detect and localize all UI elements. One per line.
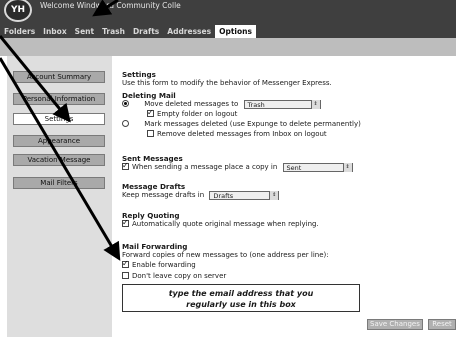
- sidebar-item-personal-information[interactable]: Personal Information: [13, 93, 105, 105]
- header-bar: YH Welcome Windward Community Colle Fold…: [0, 0, 456, 38]
- remove-deleted-checkbox[interactable]: [147, 130, 154, 137]
- reply-quoting-heading: Reply Quoting: [122, 211, 180, 220]
- leave-copy-label: Don't leave copy on server: [132, 272, 227, 280]
- tab-drafts[interactable]: Drafts: [129, 25, 163, 38]
- sidebar-item-mail-filters[interactable]: Mail Filters: [13, 177, 105, 189]
- move-deleted-radio[interactable]: [122, 100, 129, 107]
- drafts-folder-select[interactable]: Drafts ⇕: [209, 191, 280, 200]
- empty-folder-row: Empty folder on logout: [147, 108, 238, 119]
- enable-forwarding-label: Enable forwarding: [132, 261, 196, 269]
- leave-copy-row: Don't leave copy on server: [122, 272, 226, 281]
- tab-sent[interactable]: Sent: [71, 25, 98, 38]
- forwarding-address-input[interactable]: type the email address that you regularl…: [122, 284, 360, 312]
- sent-messages-heading: Sent Messages: [122, 154, 183, 163]
- quote-checkbox[interactable]: [122, 218, 129, 228]
- options-sidebar: Account Summary Personal Information Set…: [7, 56, 112, 337]
- sidebar-item-vacation-message[interactable]: Vacation Message: [13, 154, 105, 166]
- trash-folder-value: Trash: [247, 101, 265, 109]
- mark-deleted-radio[interactable]: [122, 120, 129, 127]
- dropdown-arrow-icon: ⇕: [310, 100, 320, 109]
- empty-folder-label: Empty folder on logout: [157, 110, 238, 118]
- sidebar-item-settings[interactable]: Settings: [13, 113, 105, 125]
- mark-deleted-row: Mark messages deleted (use Expunge to de…: [122, 120, 361, 129]
- remove-deleted-label: Remove deleted messages from Inbox on lo…: [157, 130, 327, 138]
- tab-addresses[interactable]: Addresses: [163, 25, 215, 38]
- tab-inbox[interactable]: Inbox: [39, 25, 71, 38]
- leave-copy-checkbox[interactable]: [122, 272, 129, 279]
- message-drafts-heading: Message Drafts: [122, 182, 186, 191]
- page-title: Settings: [122, 70, 156, 79]
- dropdown-arrow-icon: ⇕: [269, 191, 279, 200]
- sent-copy-row: When sending a message place a copy in S…: [122, 161, 353, 172]
- save-changes-button[interactable]: Save Changes: [367, 319, 423, 330]
- quote-label: Automatically quote original message whe…: [132, 220, 319, 228]
- toolbar-band: [0, 38, 456, 56]
- tab-folders[interactable]: Folders: [0, 25, 39, 38]
- settings-intro: Use this form to modify the behavior of …: [122, 79, 332, 87]
- sidebar-item-account-summary[interactable]: Account Summary: [13, 71, 105, 83]
- drafts-folder-value: Drafts: [213, 192, 234, 200]
- enable-forwarding-row: Enable forwarding: [122, 259, 196, 270]
- empty-folder-checkbox[interactable]: [147, 108, 154, 118]
- reset-button[interactable]: Reset: [428, 319, 456, 330]
- forwarding-description: Forward copies of new messages to (one a…: [122, 251, 329, 259]
- welcome-text: Welcome Windward Community Colle: [40, 1, 181, 10]
- drafts-label: Keep message drafts in: [122, 191, 205, 199]
- sent-copy-label: When sending a message place a copy in: [132, 163, 278, 171]
- remove-deleted-row: Remove deleted messages from Inbox on lo…: [147, 130, 327, 139]
- sent-folder-select[interactable]: Sent ⇕: [282, 163, 353, 172]
- dropdown-arrow-icon: ⇕: [342, 163, 352, 172]
- sent-folder-value: Sent: [286, 164, 302, 172]
- sent-copy-checkbox[interactable]: [122, 161, 129, 171]
- deleting-mail-heading: Deleting Mail: [122, 91, 176, 100]
- drafts-row: Keep message drafts in Drafts ⇕: [122, 191, 280, 200]
- quote-row: Automatically quote original message whe…: [122, 218, 319, 229]
- mail-tabs: Folders Inbox Sent Trash Drafts Addresse…: [0, 25, 256, 38]
- college-logo: YH: [4, 0, 32, 22]
- enable-forwarding-checkbox[interactable]: [122, 259, 129, 269]
- sidebar-item-appearance[interactable]: Appearance: [13, 135, 105, 147]
- mail-forwarding-heading: Mail Forwarding: [122, 242, 188, 251]
- mark-deleted-label: Mark messages deleted (use Expunge to de…: [144, 120, 361, 128]
- move-deleted-label: Move deleted messages to: [144, 100, 239, 108]
- tab-options[interactable]: Options: [215, 25, 256, 38]
- tab-trash[interactable]: Trash: [98, 25, 129, 38]
- trash-folder-select[interactable]: Trash ⇕: [243, 100, 321, 109]
